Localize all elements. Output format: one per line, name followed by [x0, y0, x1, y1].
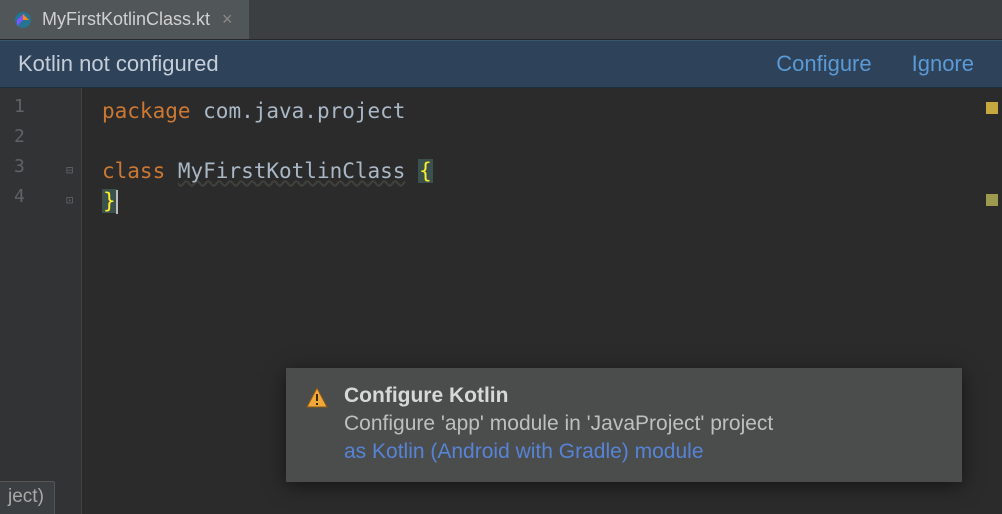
close-icon[interactable]: ×	[220, 9, 235, 30]
popup-description: Configure 'app' module in 'JavaProject' …	[344, 412, 773, 436]
code-line: class MyFirstKotlinClass {	[102, 156, 1002, 186]
inspection-marker[interactable]	[986, 194, 998, 206]
popup-body: Configure Kotlin Configure 'app' module …	[344, 384, 773, 464]
fold-start-icon[interactable]: ⊟	[66, 164, 78, 176]
configure-link[interactable]: Configure	[776, 51, 871, 77]
tab-bar: MyFirstKotlinClass.kt ×	[0, 0, 1002, 40]
text-cursor	[116, 190, 118, 214]
marker-strip	[984, 88, 998, 514]
line-number: 3 ⊟	[0, 156, 81, 186]
popup-action-link[interactable]: as Kotlin (Android with Gradle) module	[344, 440, 773, 464]
code-line: }	[102, 186, 1002, 216]
line-number: 4 ⊡	[0, 186, 81, 216]
banner-message: Kotlin not configured	[18, 51, 219, 77]
code-line: package com.java.project	[102, 96, 1002, 126]
code-line	[102, 126, 1002, 156]
brace-close: }	[102, 189, 117, 213]
line-number: 2	[0, 126, 81, 156]
fold-end-icon[interactable]: ⊡	[66, 194, 78, 206]
warning-marker[interactable]	[986, 102, 998, 114]
file-tab-label: MyFirstKotlinClass.kt	[42, 9, 210, 30]
kotlin-file-icon	[14, 11, 32, 29]
file-tab[interactable]: MyFirstKotlinClass.kt ×	[0, 0, 249, 39]
banner-actions: Configure Ignore	[776, 51, 974, 77]
line-number: 1	[0, 96, 81, 126]
intention-popup[interactable]: Configure Kotlin Configure 'app' module …	[286, 368, 962, 482]
gutter: 1 2 3 ⊟ 4 ⊡	[0, 88, 82, 514]
popup-title: Configure Kotlin	[344, 384, 773, 408]
brace-open: {	[418, 159, 433, 183]
warning-icon	[306, 387, 328, 409]
truncated-panel-label: ject)	[0, 481, 55, 514]
notification-banner: Kotlin not configured Configure Ignore	[0, 40, 1002, 88]
ignore-link[interactable]: Ignore	[912, 51, 974, 77]
